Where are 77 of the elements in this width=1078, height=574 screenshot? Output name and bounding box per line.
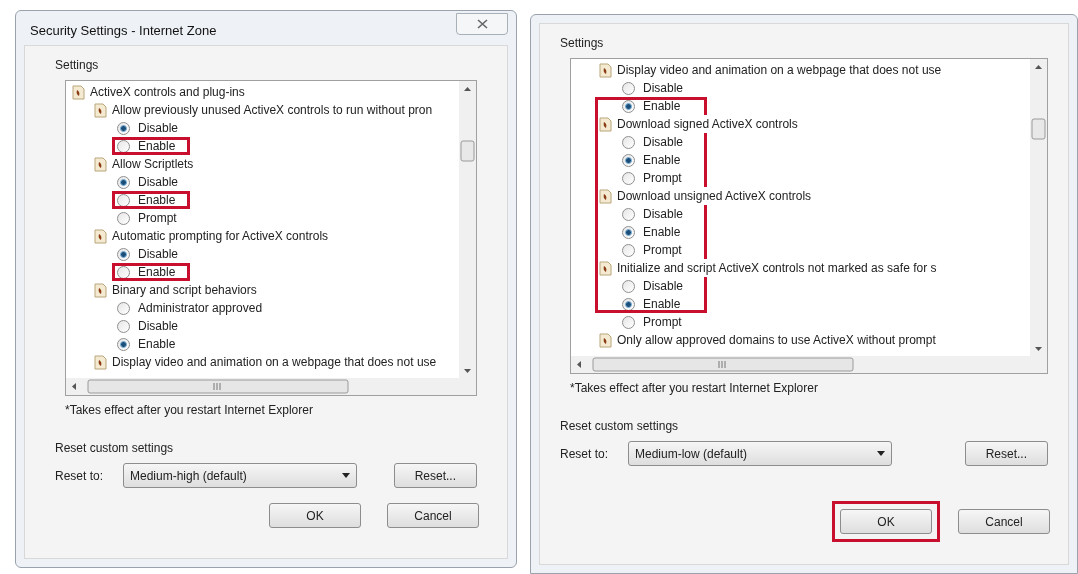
option-label[interactable]: Enable xyxy=(643,223,681,241)
radio-button[interactable] xyxy=(117,337,130,351)
caret-icon xyxy=(877,451,885,456)
setting-label: Download unsigned ActiveX controls xyxy=(617,187,813,205)
setting-icon xyxy=(94,102,107,118)
radio-button[interactable] xyxy=(622,297,635,311)
radio-button[interactable] xyxy=(622,225,635,239)
radio-button[interactable] xyxy=(622,153,635,167)
setting-icon xyxy=(94,228,107,244)
radio-button[interactable] xyxy=(622,243,635,257)
option-label[interactable]: Disable xyxy=(138,245,179,263)
setting-icon xyxy=(599,62,612,78)
radio-button[interactable] xyxy=(117,247,130,261)
setting-icon xyxy=(599,332,612,348)
radio-button[interactable] xyxy=(117,121,130,135)
option-label[interactable]: Enable xyxy=(138,137,176,155)
option-label[interactable]: Disable xyxy=(643,133,684,151)
group-heading: Settings xyxy=(560,35,605,52)
radio-button[interactable] xyxy=(117,301,130,315)
reset-level-dropdown[interactable]: Medium-low (default) xyxy=(628,441,892,466)
option-label[interactable]: Prompt xyxy=(643,169,682,187)
option-label[interactable]: Prompt xyxy=(643,241,682,259)
horizontal-scrollbar[interactable] xyxy=(66,378,476,395)
window-title: Security Settings - Internet Zone xyxy=(30,22,217,40)
option-label[interactable]: Disable xyxy=(138,173,179,191)
restart-note: *Takes effect after you restart Internet Explorer xyxy=(570,380,819,397)
dialog-button[interactable]: Cancel xyxy=(387,503,479,528)
radio-button[interactable] xyxy=(117,175,130,189)
reset-label: Reset to: xyxy=(560,445,610,463)
restart-note: *Takes effect after you restart Internet Explorer xyxy=(65,402,314,419)
close-button[interactable] xyxy=(456,13,508,35)
vertical-scrollbar[interactable] xyxy=(459,81,476,378)
setting-icon xyxy=(94,156,107,172)
radio-button[interactable] xyxy=(622,171,635,185)
option-label[interactable]: Disable xyxy=(138,119,179,137)
option-label[interactable]: Enable xyxy=(643,97,681,115)
dialog-button[interactable]: OK xyxy=(269,503,361,528)
setting-icon xyxy=(94,282,107,298)
setting-icon xyxy=(599,188,612,204)
reset-button[interactable]: Reset... xyxy=(964,441,1048,466)
reset-label: Reset to: xyxy=(55,467,105,485)
radio-button[interactable] xyxy=(117,319,130,333)
radio-button[interactable] xyxy=(622,207,635,221)
option-label[interactable]: Administrator approved xyxy=(138,299,263,317)
option-label[interactable]: Disable xyxy=(643,205,684,223)
dialog-button[interactable]: Cancel xyxy=(958,509,1050,534)
option-label[interactable]: Enable xyxy=(138,191,176,209)
radio-button[interactable] xyxy=(622,135,635,149)
vertical-scrollbar[interactable] xyxy=(1030,59,1047,356)
reset-button[interactable]: Reset... xyxy=(393,463,477,488)
reset-level-dropdown[interactable]: Medium-high (default) xyxy=(123,463,357,488)
caret-icon xyxy=(342,473,350,478)
radio-button[interactable] xyxy=(622,315,635,329)
option-label[interactable]: Prompt xyxy=(643,313,682,331)
option-label[interactable]: Disable xyxy=(643,79,684,97)
option-label[interactable]: Disable xyxy=(643,277,684,295)
radio-button[interactable] xyxy=(622,279,635,293)
option-label[interactable]: Enable xyxy=(643,151,681,169)
radio-button[interactable] xyxy=(117,211,130,225)
setting-icon xyxy=(599,116,612,132)
horizontal-scrollbar[interactable] xyxy=(571,356,1047,373)
option-label[interactable]: Prompt xyxy=(138,209,177,227)
setting-icon xyxy=(72,84,85,100)
setting-icon xyxy=(94,354,107,370)
option-label[interactable]: Disable xyxy=(138,317,179,335)
group-heading: Reset custom settings xyxy=(55,440,175,457)
group-heading: Settings xyxy=(55,57,100,74)
radio-button[interactable] xyxy=(622,81,635,95)
dialog-button[interactable]: OK xyxy=(840,509,932,534)
option-label[interactable]: Enable xyxy=(138,335,176,353)
option-label[interactable]: Enable xyxy=(643,295,681,313)
setting-icon xyxy=(599,260,612,276)
setting-label: Initialize and script ActiveX controls not marked as safe for s xyxy=(617,259,938,277)
close-icon xyxy=(476,19,488,29)
group-heading: Reset custom settings xyxy=(560,418,680,435)
setting-label: Download signed ActiveX controls xyxy=(617,115,799,133)
option-label[interactable]: Enable xyxy=(138,263,176,281)
